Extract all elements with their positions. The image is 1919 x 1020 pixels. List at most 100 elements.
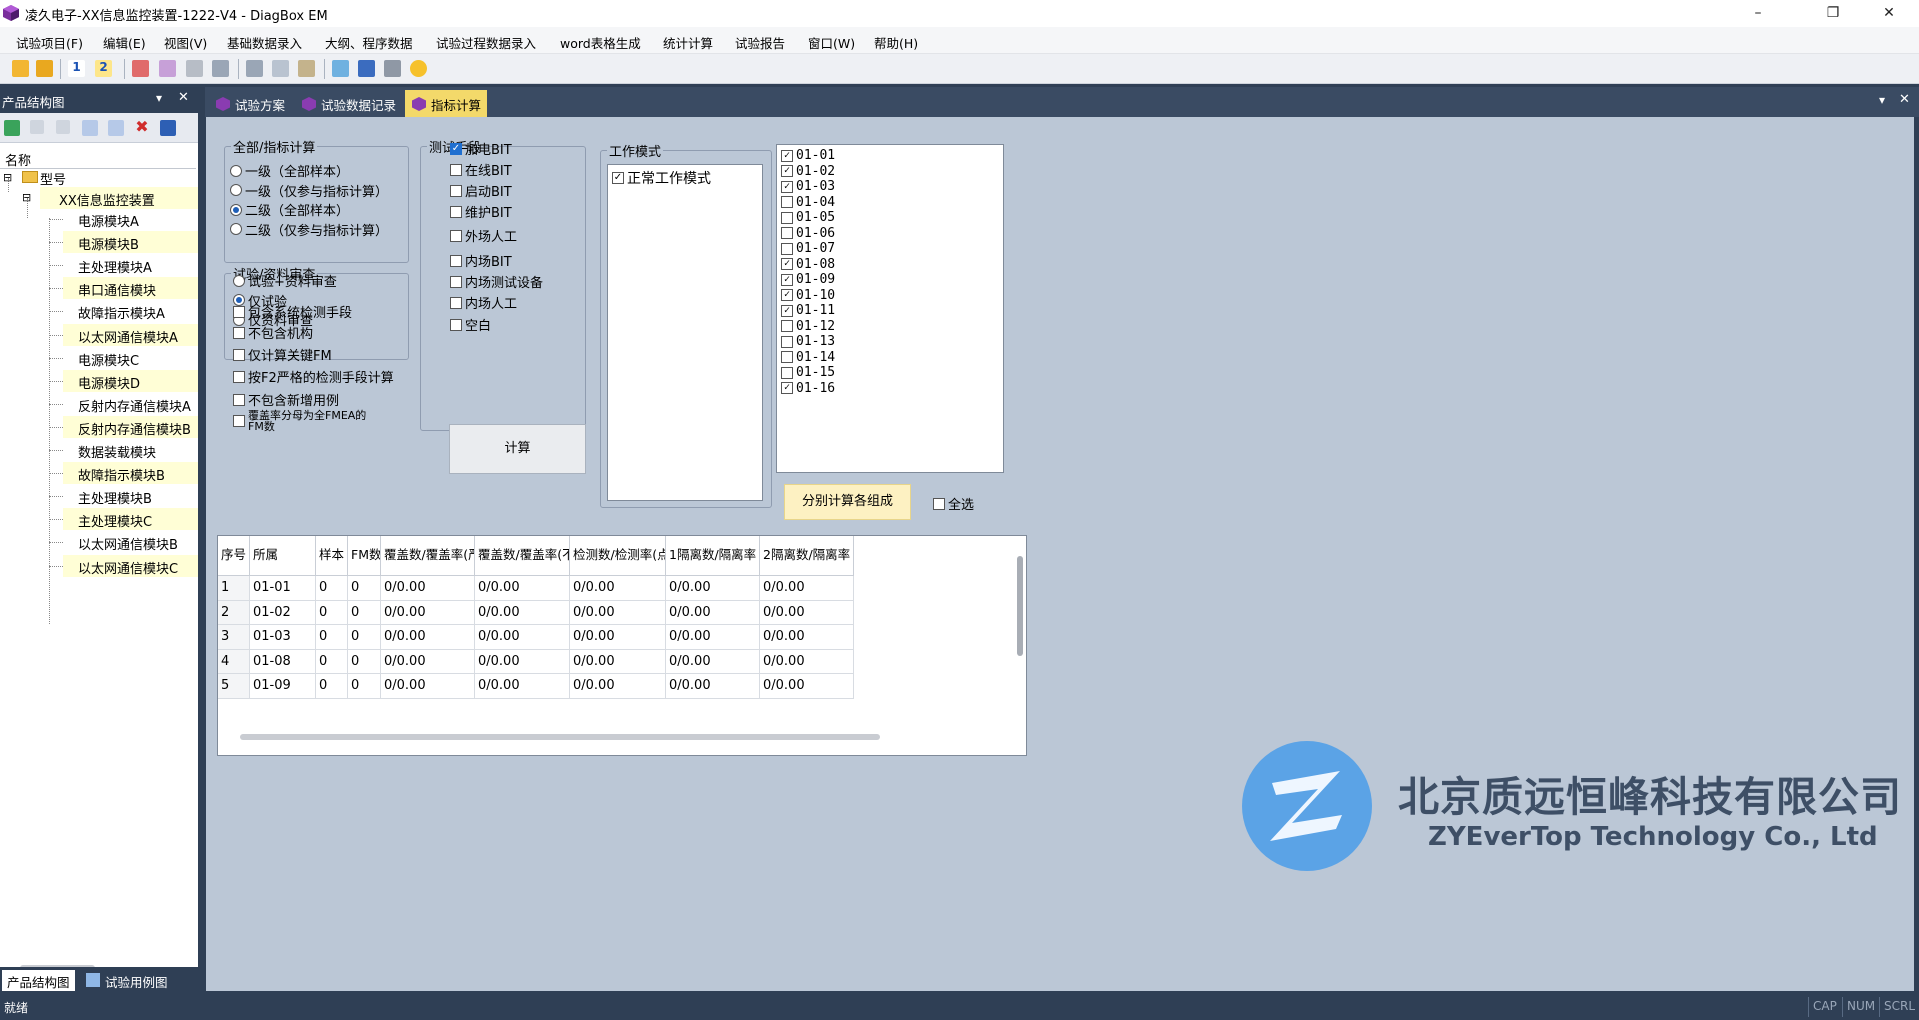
table-cell[interactable]: 0/0.00: [381, 649, 475, 674]
item-row[interactable]: ✓ 01-08: [781, 257, 835, 272]
calculate-button[interactable]: 计算: [449, 424, 586, 474]
test-means-option[interactable]: 空白: [450, 315, 491, 334]
table-cell[interactable]: 0: [316, 674, 348, 699]
table-cell[interactable]: 0/0.00: [381, 600, 475, 625]
level-radio[interactable]: [230, 223, 242, 235]
refresh-icon[interactable]: [332, 60, 349, 77]
tree-node-module[interactable]: 主处理模块A: [63, 254, 198, 276]
row-number[interactable]: 4: [218, 649, 250, 674]
item-row[interactable]: ✓ 01-01: [781, 148, 835, 163]
item-row[interactable]: 01-13: [781, 334, 835, 349]
item-row[interactable]: ✓ 01-02: [781, 164, 835, 179]
table-cell[interactable]: 0/0.00: [760, 674, 854, 699]
extra-option[interactable]: 按F2严格的检测手段计算: [233, 367, 394, 386]
extra-checkbox[interactable]: [233, 393, 245, 406]
table-cell[interactable]: 0/0.00: [666, 576, 760, 601]
table-header-cell[interactable]: FM数: [348, 536, 381, 576]
table-cell[interactable]: 0: [316, 649, 348, 674]
work-mode-item[interactable]: ✓ 正常工作模式: [612, 168, 711, 188]
item-checkbox[interactable]: [781, 227, 793, 239]
row-number[interactable]: 1: [218, 576, 250, 601]
table-cell[interactable]: 01-09: [250, 674, 316, 699]
item-checkbox[interactable]: ✓: [781, 289, 793, 301]
review-radio[interactable]: [233, 274, 245, 287]
table-cell[interactable]: 0/0.00: [381, 625, 475, 650]
item-checkbox[interactable]: ✓: [781, 258, 793, 270]
tree-node-module[interactable]: 串口通信模块: [63, 277, 198, 300]
table-header-cell[interactable]: 2隔离数/隔离率: [760, 536, 854, 576]
row-number[interactable]: 5: [218, 674, 250, 699]
add-child-icon[interactable]: [108, 120, 124, 136]
menu-help[interactable]: 帮助(H): [874, 33, 918, 52]
test-means-checkbox[interactable]: [450, 318, 462, 331]
table-cell[interactable]: 0/0.00: [760, 600, 854, 625]
edit-icon[interactable]: [212, 60, 229, 77]
tabs-dropdown-icon[interactable]: ▾: [1879, 93, 1885, 107]
tree-node-module[interactable]: 以太网通信模块B: [63, 531, 198, 553]
test-means-checkbox[interactable]: [450, 229, 462, 242]
test-means-checkbox[interactable]: [450, 184, 462, 197]
table-cell[interactable]: 0/0.00: [666, 649, 760, 674]
level-radio[interactable]: [230, 164, 242, 177]
open-folder-icon[interactable]: [36, 60, 53, 77]
menu-window[interactable]: 窗口(W): [808, 33, 855, 52]
test-means-checkbox[interactable]: [450, 275, 462, 288]
tree-node-module[interactable]: 电源模块D: [63, 369, 198, 392]
test-means-option[interactable]: 在线BIT: [450, 160, 512, 179]
table-cell[interactable]: 0/0.00: [475, 625, 570, 650]
tree-node-module[interactable]: 故障指示模块A: [63, 300, 198, 322]
item-checkbox[interactable]: [781, 320, 793, 332]
tab-index-calc[interactable]: 指标计算: [405, 90, 488, 117]
tree-node-device[interactable]: XX信息监控装置: [40, 187, 198, 209]
item-checkbox[interactable]: ✓: [781, 149, 793, 162]
test-means-checkbox[interactable]: ✓: [450, 142, 462, 155]
item-row[interactable]: ✓ 01-16: [781, 381, 835, 396]
table-header-cell[interactable]: 样本: [316, 536, 348, 576]
menu-basic-data[interactable]: 基础数据录入: [227, 33, 302, 52]
test-means-option[interactable]: 内场人工: [450, 293, 517, 312]
menu-process-data[interactable]: 试验过程数据录入: [436, 33, 536, 52]
tab-product-structure[interactable]: 产品结构图: [2, 970, 75, 991]
tab-test-data-record[interactable]: 试验数据记录: [295, 90, 402, 117]
tree-node-module[interactable]: 数据装载模块: [63, 439, 198, 461]
table-cell[interactable]: 0/0.00: [760, 625, 854, 650]
table-cell[interactable]: 0/0.00: [570, 625, 666, 650]
collapse-device-icon[interactable]: ⊟: [22, 191, 31, 204]
tree-node-module[interactable]: 主处理模块B: [63, 485, 198, 507]
table-cell[interactable]: 0/0.00: [760, 649, 854, 674]
tree-node-module[interactable]: 电源模块B: [63, 231, 198, 254]
print-icon[interactable]: [384, 60, 401, 77]
item-checkbox[interactable]: [781, 242, 793, 255]
table-cell[interactable]: 0/0.00: [666, 625, 760, 650]
table-cell[interactable]: 0: [348, 625, 381, 650]
table-cell[interactable]: 0: [316, 625, 348, 650]
test-means-option[interactable]: 启动BIT: [450, 181, 512, 200]
tabs-close-icon[interactable]: ✕: [1899, 92, 1910, 107]
item-row[interactable]: 01-06: [781, 226, 835, 241]
item-checkbox[interactable]: ✓: [781, 382, 793, 394]
tree-node-module[interactable]: 反射内存通信模块A: [63, 393, 198, 415]
table-cell[interactable]: 0: [348, 576, 381, 601]
link-icon[interactable]: [132, 60, 149, 77]
tree-node-module[interactable]: 主处理模块C: [63, 508, 198, 531]
table-cell[interactable]: 01-01: [250, 576, 316, 601]
item-checkbox[interactable]: ✓: [781, 304, 793, 317]
tree-node-root[interactable]: 型号: [40, 166, 66, 188]
item-row[interactable]: 01-15: [781, 365, 835, 380]
table-vscrollbar[interactable]: [1017, 556, 1023, 656]
tree-refresh-icon[interactable]: [4, 120, 20, 136]
tree-node-module[interactable]: 电源模块A: [63, 208, 198, 230]
table-cell[interactable]: 01-08: [250, 649, 316, 674]
test-means-option[interactable]: 内场测试设备: [450, 272, 543, 291]
delete-icon[interactable]: ✖: [134, 119, 150, 135]
split-calc-button[interactable]: 分别计算各组成: [784, 484, 911, 520]
tab-test-plan[interactable]: 试验方案: [209, 90, 291, 117]
level-option[interactable]: 一级（全部样本）: [230, 161, 349, 180]
branch-icon[interactable]: [159, 60, 176, 77]
extra-checkbox[interactable]: [233, 370, 245, 383]
level-two-icon[interactable]: 2: [95, 60, 112, 77]
table-header-cell[interactable]: 所属: [250, 536, 316, 576]
tree-save-icon[interactable]: [160, 120, 176, 136]
table-cell[interactable]: 0: [348, 600, 381, 625]
extra-checkbox[interactable]: [233, 415, 245, 427]
